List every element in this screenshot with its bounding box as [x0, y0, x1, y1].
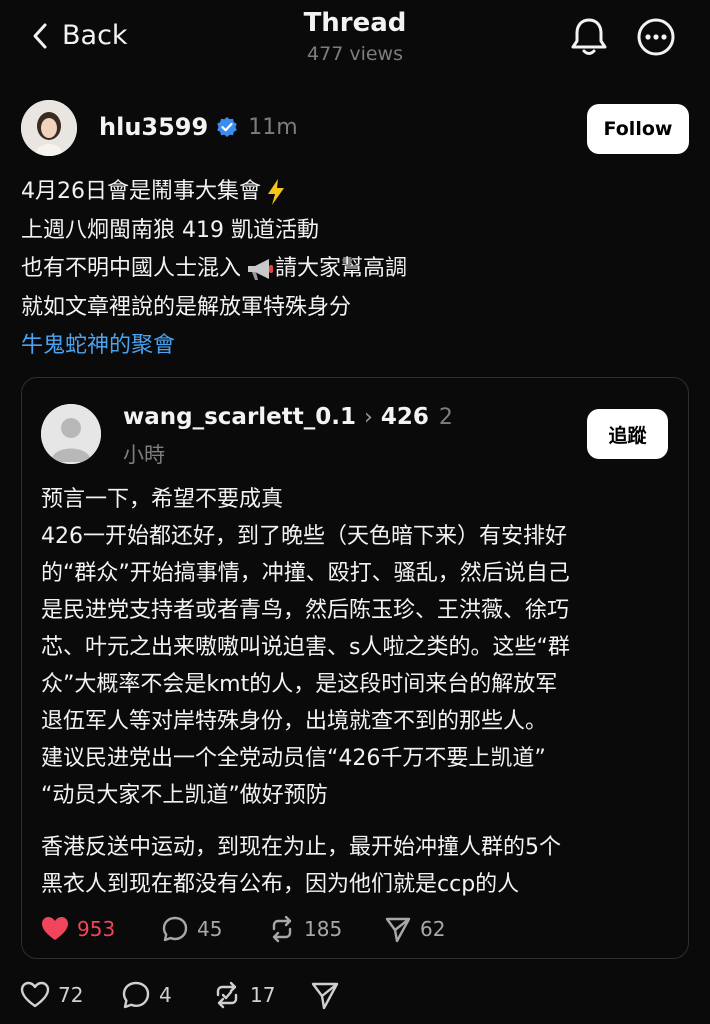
post-body: 4月26日會是鬧事大集會 上週八炯閩南狼 419 凱道活動 也有不明中國人士混入…	[21, 173, 681, 366]
reposted-icon	[216, 981, 238, 1009]
post-text-2: 上週八炯閩南狼 419 凱道活動	[21, 217, 319, 243]
quoted-reply-count: 45	[197, 917, 223, 941]
quoted-line: 黑衣人到现在都没有公布，因为他们就是ccp的人	[41, 872, 520, 897]
quoted-like-button[interactable]: 953	[41, 915, 115, 943]
quoted-header: wang_scarlett_0.1 › 426 2	[123, 404, 453, 430]
repost-icon	[272, 915, 292, 943]
post-line-3: 也有不明中國人士混入 請大家幫高調	[21, 250, 681, 289]
quoted-line: 芯、叶元之出来嗷嗷叫说迫害、s人啦之类的。这些“群	[41, 635, 570, 660]
repost-count: 17	[250, 983, 276, 1007]
post-text-3: 也有不明中國人士混入	[21, 256, 242, 281]
verified-badge-icon	[217, 117, 238, 137]
more-icon[interactable]	[636, 17, 676, 57]
comment-icon	[162, 916, 188, 942]
post-line-1: 4月26日會是鬧事大集會	[21, 173, 681, 212]
repost-button[interactable]: 17	[212, 980, 275, 1010]
reply-button[interactable]: 4	[121, 980, 172, 1010]
avatar-photo	[21, 100, 77, 156]
quoted-line: “动员大家不上凯道”做好预防	[41, 783, 328, 808]
quoted-avatar[interactable]	[41, 404, 101, 464]
post-text-4: 請大家幫高調	[275, 256, 408, 281]
author-row: hlu3599 11m	[99, 113, 298, 141]
post-line-2: 上週八炯閩南狼 419 凱道活動	[21, 212, 681, 251]
quoted-time-unit: 小時	[123, 443, 165, 467]
quoted-reply-button[interactable]: 45	[161, 915, 222, 943]
quoted-line: 预言一下，希望不要成真	[41, 487, 284, 512]
post-text-1: 4月26日會是鬧事大集會	[21, 179, 261, 204]
quoted-repost-button[interactable]: 185	[268, 915, 342, 943]
chevron-right-icon: ›	[364, 404, 373, 430]
quoted-author[interactable]: wang_scarlett_0.1	[123, 404, 356, 430]
bell-icon[interactable]	[569, 16, 609, 58]
like-button[interactable]: 72	[20, 980, 83, 1010]
quoted-repost-count: 185	[304, 917, 343, 941]
share-button[interactable]	[310, 980, 340, 1010]
reply-count: 4	[159, 983, 172, 1007]
lightning-icon	[268, 179, 284, 206]
quoted-line: 的“群众”开始搞事情，冲撞、殴打、骚乱，然后说自己	[41, 561, 570, 586]
post-line-4: 就如文章裡說的是解放軍特殊身分	[21, 289, 681, 328]
heart-filled-icon	[42, 917, 68, 940]
author-name[interactable]: hlu3599	[99, 113, 208, 141]
quoted-line: 退伍军人等对岸特殊身份，出境就查不到的那些人。	[41, 709, 548, 734]
post-time: 11m	[248, 114, 298, 140]
quoted-line: 是民进党支持者或者青鸟，然后陈玉珍、王洪薇、徐巧	[41, 598, 570, 623]
follow-button[interactable]: Follow	[587, 104, 689, 154]
megaphone-icon	[248, 259, 274, 281]
quoted-line: 众”大概率不会是kmt的人，是这段时间来台的解放军	[41, 672, 558, 697]
heart-icon	[20, 981, 50, 1008]
post-text-5: 就如文章裡說的是解放軍特殊身分	[21, 294, 352, 320]
quoted-share-count: 62	[420, 917, 446, 941]
quoted-line: 香港反送中运动，到现在为止，最开始冲撞人群的5个	[41, 835, 561, 860]
send-icon	[385, 917, 411, 943]
quoted-share-button[interactable]: 62	[384, 915, 445, 943]
avatar[interactable]	[21, 100, 77, 156]
post-link[interactable]: 牛鬼蛇神的聚會	[21, 327, 175, 366]
send-icon	[311, 982, 339, 1010]
quoted-time: 2	[438, 404, 453, 430]
comment-icon	[122, 981, 150, 1009]
quoted-line: 426一开始都还好，到了晚些（天色暗下来）有安排好	[41, 524, 567, 549]
like-count: 72	[58, 983, 84, 1007]
quoted-follow-button[interactable]: 追蹤	[587, 409, 668, 459]
quoted-target[interactable]: 426	[381, 404, 429, 430]
quoted-line: 建议民进党出一个全党动员信“426千万不要上凯道”	[41, 746, 546, 771]
post-line-5: 牛鬼蛇神的聚會	[21, 327, 681, 366]
default-avatar-icon	[41, 404, 101, 464]
quoted-like-count: 953	[77, 917, 116, 941]
